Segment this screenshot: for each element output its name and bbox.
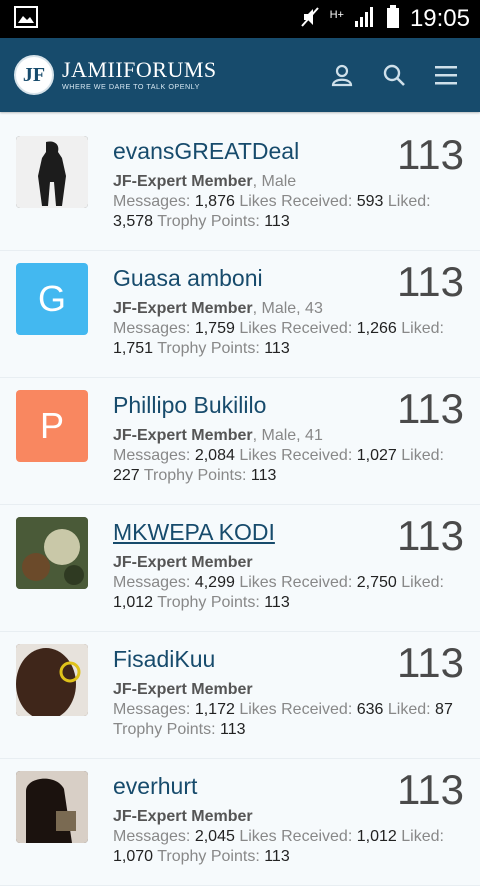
messages-value: 1,172 <box>194 701 235 718</box>
member-title: JF-Expert Member <box>113 681 253 698</box>
likes-received-label: Likes Received: <box>239 447 353 464</box>
likes-received-value: 2,750 <box>356 574 397 591</box>
trophy-points-label: Trophy Points: <box>113 721 216 738</box>
member-title: JF-Expert Member <box>113 173 253 190</box>
member-count: 113 <box>397 385 464 432</box>
list-item[interactable]: evansGREATDeal 113 JF-Expert Member, Mal… <box>0 124 480 251</box>
trophy-points-value: 113 <box>264 213 290 230</box>
battery-icon <box>386 4 400 34</box>
likes-received-label: Likes Received: <box>239 574 353 591</box>
messages-value: 1,759 <box>194 320 235 337</box>
liked-value: 87 <box>435 701 453 718</box>
likes-received-label: Likes Received: <box>239 828 353 845</box>
member-count: 113 <box>397 131 464 178</box>
messages-label: Messages: <box>113 447 191 464</box>
member-info: JF-Expert Member, Male Messages: 1,876 L… <box>113 172 464 232</box>
avatar[interactable] <box>16 517 88 589</box>
member-details: , Male, 43 <box>252 300 323 317</box>
liked-label: Liked: <box>401 447 444 464</box>
member-info: JF-Expert Member Messages: 2,045 Likes R… <box>113 807 464 867</box>
member-info: JF-Expert Member Messages: 4,299 Likes R… <box>113 553 464 613</box>
list-item[interactable]: G Guasa amboni 113 JF-Expert Member, Mal… <box>0 251 480 378</box>
messages-label: Messages: <box>113 320 191 337</box>
liked-value: 227 <box>113 467 140 484</box>
mute-icon <box>300 6 320 33</box>
member-info: JF-Expert Member Messages: 1,172 Likes R… <box>113 680 464 740</box>
member-count: 113 <box>397 512 464 559</box>
member-details: , Male <box>252 173 297 190</box>
trophy-points-label: Trophy Points: <box>157 848 260 865</box>
messages-label: Messages: <box>113 701 191 718</box>
liked-label: Liked: <box>401 828 444 845</box>
avatar[interactable]: G <box>16 263 88 335</box>
member-count: 113 <box>397 258 464 305</box>
status-bar: H+ 19:05 <box>0 0 480 38</box>
clock: 19:05 <box>409 5 470 32</box>
trophy-points-value: 113 <box>264 848 290 865</box>
user-icon[interactable] <box>330 63 354 87</box>
liked-label: Liked: <box>387 701 431 718</box>
trophy-points-label: Trophy Points: <box>157 340 260 357</box>
liked-label: Liked: <box>387 193 431 210</box>
avatar[interactable] <box>16 771 88 843</box>
network-type: H+ <box>329 8 344 21</box>
liked-value: 3,578 <box>113 213 154 230</box>
trophy-points-value: 113 <box>264 594 290 611</box>
liked-label: Liked: <box>401 574 444 591</box>
avatar[interactable] <box>16 136 88 208</box>
brand-name: JAMIIFORUMS <box>62 57 217 83</box>
trophy-points-label: Trophy Points: <box>157 213 260 230</box>
trophy-points-value: 113 <box>250 467 277 484</box>
messages-value: 1,876 <box>194 193 235 210</box>
search-icon[interactable] <box>382 63 406 87</box>
avatar[interactable] <box>16 644 88 716</box>
member-title: JF-Expert Member <box>113 554 253 571</box>
messages-label: Messages: <box>113 574 191 591</box>
likes-received-value: 1,027 <box>356 447 397 464</box>
member-list: evansGREATDeal 113 JF-Expert Member, Mal… <box>0 124 480 886</box>
trophy-points-label: Trophy Points: <box>157 594 260 611</box>
liked-value: 1,751 <box>113 340 154 357</box>
member-title: JF-Expert Member <box>113 300 253 317</box>
member-details: , Male, 41 <box>252 427 323 444</box>
messages-value: 2,045 <box>194 828 235 845</box>
likes-received-value: 593 <box>356 193 384 210</box>
member-info: JF-Expert Member, Male, 43 Messages: 1,7… <box>113 299 464 359</box>
member-count: 113 <box>397 766 464 813</box>
trophy-points-value: 113 <box>220 721 246 738</box>
messages-value: 4,299 <box>194 574 235 591</box>
trophy-points-label: Trophy Points: <box>143 467 247 484</box>
list-item[interactable]: FisadiKuu 113 JF-Expert Member Messages:… <box>0 632 480 759</box>
list-item[interactable]: everhurt 113 JF-Expert Member Messages: … <box>0 759 480 886</box>
list-item[interactable]: P Phillipo Bukililo 113 JF-Expert Member… <box>0 378 480 505</box>
messages-label: Messages: <box>113 828 191 845</box>
likes-received-value: 1,012 <box>356 828 397 845</box>
brand-logo[interactable]: JF JAMIIFORUMS WHERE WE DARE TO TALK OPE… <box>14 55 217 95</box>
member-info: JF-Expert Member, Male, 41 Messages: 2,0… <box>113 426 464 486</box>
messages-value: 2,084 <box>194 447 235 464</box>
messages-label: Messages: <box>113 193 191 210</box>
app-header: JF JAMIIFORUMS WHERE WE DARE TO TALK OPE… <box>0 38 480 112</box>
menu-icon[interactable] <box>434 64 458 86</box>
likes-received-value: 1,266 <box>356 320 397 337</box>
liked-value: 1,070 <box>113 848 154 865</box>
likes-received-value: 636 <box>356 701 384 718</box>
avatar[interactable]: P <box>16 390 88 462</box>
image-notification-icon <box>14 5 38 33</box>
signal-icon <box>354 6 376 33</box>
member-title: JF-Expert Member <box>113 808 253 825</box>
member-title: JF-Expert Member <box>113 427 253 444</box>
member-count: 113 <box>397 639 464 686</box>
list-item[interactable]: MKWEPA KODI 113 JF-Expert Member Message… <box>0 505 480 632</box>
likes-received-label: Likes Received: <box>239 320 353 337</box>
likes-received-label: Likes Received: <box>239 193 353 210</box>
liked-value: 1,012 <box>113 594 154 611</box>
liked-label: Liked: <box>401 320 444 337</box>
likes-received-label: Likes Received: <box>239 701 353 718</box>
trophy-points-value: 113 <box>264 340 290 357</box>
logo-mark: JF <box>14 55 54 95</box>
brand-tagline: WHERE WE DARE TO TALK OPENLY <box>62 82 200 92</box>
